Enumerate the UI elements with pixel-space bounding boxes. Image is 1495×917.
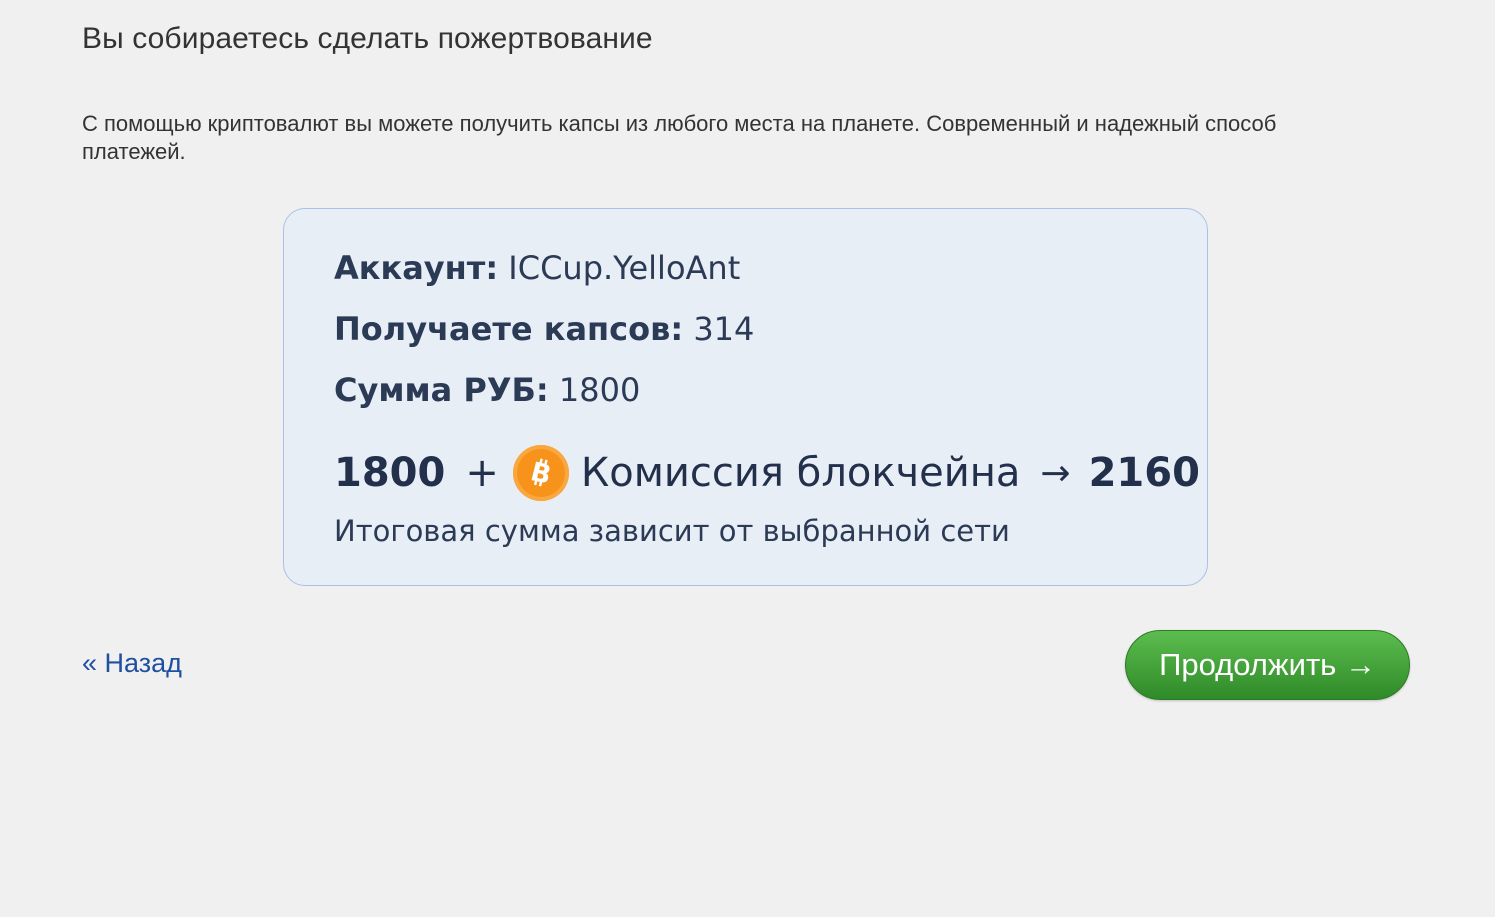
sum-label: Сумма РУБ: xyxy=(334,371,549,409)
back-link[interactable]: « Назад xyxy=(82,648,182,679)
donation-page: Вы собираетесь сделать пожертвование С п… xyxy=(0,0,1495,917)
caps-value: 314 xyxy=(693,310,755,348)
page-description: С помощью криптовалют вы можете получить… xyxy=(82,111,1277,164)
page-title: Вы собираетесь сделать пожертвование xyxy=(82,22,653,55)
sum-value: 1800 xyxy=(558,371,641,409)
fee-note: Итоговая сумма зависит от выбранной сети xyxy=(334,514,1010,548)
bitcoin-icon: B xyxy=(512,445,569,501)
total-amount: 2160 xyxy=(1088,450,1200,496)
sum-row: Сумма РУБ: 1800 xyxy=(334,371,640,409)
caps-row: Получаете капсов: 314 xyxy=(334,310,754,348)
account-label: Аккаунт: xyxy=(334,249,499,287)
account-row: Аккаунт: ICCup.YelloAnt xyxy=(334,249,740,287)
base-amount: 1800 xyxy=(334,450,446,496)
donation-summary-card: Аккаунт: ICCup.YelloAnt Получаете капсов… xyxy=(283,208,1208,586)
blockchain-fee-label: Комиссия блокчейна xyxy=(580,450,1021,496)
fee-calculation: 1800 + B Комиссия блокчейна → 2160 xyxy=(334,445,1200,501)
account-value: ICCup.YelloAnt xyxy=(508,249,741,287)
continue-button[interactable]: Продолжить → xyxy=(1125,630,1410,700)
caps-label: Получаете капсов: xyxy=(334,310,684,348)
arrow-right-icon: → xyxy=(1040,452,1071,494)
plus-sign: + xyxy=(465,450,499,496)
